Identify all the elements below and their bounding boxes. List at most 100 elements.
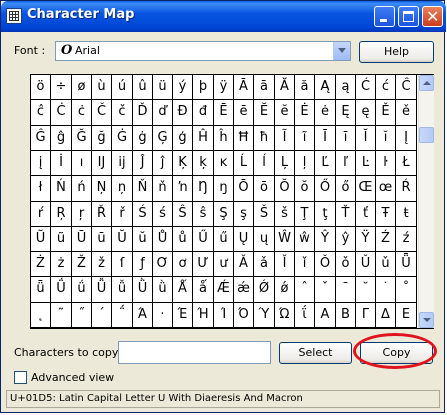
character-cell[interactable]: Š [254,202,275,227]
character-cell[interactable]: ō [254,176,275,202]
character-cell[interactable]: ǿ [275,277,295,303]
character-cell[interactable]: Ź [376,227,396,252]
character-cell[interactable]: ā [254,75,275,100]
character-cell[interactable]: ř [112,202,133,227]
character-cell[interactable]: Ĳ [92,151,112,176]
character-cell[interactable]: ǽ [234,277,254,303]
character-cell[interactable]: Ǐ [275,252,295,277]
character-cell[interactable]: Ğ [72,126,92,151]
character-cell[interactable]: ù [92,75,112,100]
character-cell[interactable]: ż [51,252,72,277]
character-cell[interactable]: ŵ [295,227,315,252]
character-cell[interactable]: ĩ [295,126,315,151]
character-cell[interactable]: ń [72,176,92,202]
character-cell[interactable]: ˉ [336,277,356,303]
title-bar[interactable]: Character Map ✕ [1,1,446,32]
advanced-view-checkbox[interactable] [14,371,27,384]
character-cell[interactable]: Ė [295,100,315,126]
character-cell[interactable]: ı [72,151,92,176]
character-cell[interactable]: Ĵ [133,151,153,176]
character-cell[interactable]: Ũ [31,227,51,252]
character-cell[interactable]: ŋ [214,176,234,202]
character-cell[interactable]: Ή [193,303,214,328]
scroll-thumb[interactable] [419,127,434,143]
character-cell[interactable]: ư [214,252,234,277]
character-cell[interactable]: Δ [376,303,396,328]
character-cell[interactable]: Ľ [315,151,336,176]
character-cell[interactable]: Ĩ [275,126,295,151]
character-cell[interactable]: Ų [234,227,254,252]
character-cell[interactable]: ě [396,100,417,126]
character-cell[interactable]: Ĝ [31,126,51,151]
character-cell[interactable]: ŏ [295,176,315,202]
character-cell[interactable]: Ļ [275,151,295,176]
character-cell[interactable]: Ś [133,202,153,227]
character-cell[interactable]: ų [254,227,275,252]
character-cell[interactable]: ˙ [376,277,396,303]
character-cell[interactable]: Ǻ [173,277,193,303]
character-cell[interactable]: ǚ [112,277,133,303]
character-cell[interactable]: ĥ [214,126,234,151]
character-cell[interactable]: ŷ [336,227,356,252]
character-cell[interactable]: Ĕ [254,100,275,126]
character-cell[interactable]: Ş [214,202,234,227]
character-cell[interactable]: ſ [112,252,133,277]
character-cell[interactable]: þ [193,75,214,100]
character-cell[interactable]: ˘ [356,277,376,303]
character-cell[interactable]: Č [92,100,112,126]
character-cell[interactable]: Ǔ [356,252,376,277]
character-cell[interactable]: ö [31,75,51,100]
character-cell[interactable]: ł [31,176,51,202]
character-cell[interactable]: ˛ [31,303,51,328]
character-cell[interactable]: Ġ [112,126,133,151]
character-cell[interactable]: Ł [396,151,417,176]
character-cell[interactable]: Ĺ [234,151,254,176]
character-cell[interactable]: ĭ [376,126,396,151]
close-button[interactable]: ✕ [422,6,443,27]
character-cell[interactable]: ĝ [51,126,72,151]
font-select[interactable]: O Arial [55,41,351,61]
character-cell[interactable]: ŉ [173,176,193,202]
character-cell[interactable]: ƒ [133,252,153,277]
character-cell[interactable]: Ť [336,202,356,227]
character-cell[interactable]: ǒ [336,252,356,277]
character-cell[interactable]: Đ [173,100,193,126]
character-cell[interactable]: ΅ [112,303,133,328]
advanced-view-label[interactable]: Advanced view [31,371,114,384]
character-cell[interactable]: ş [234,202,254,227]
character-cell[interactable]: Ά [133,303,153,328]
character-cell[interactable]: Ű [193,227,214,252]
character-cell[interactable]: Ơ [153,252,173,277]
character-cell[interactable]: ǔ [376,252,396,277]
character-cell[interactable]: Ř [92,202,112,227]
character-cell[interactable]: Ě [376,100,396,126]
character-cell[interactable]: ˇ [315,277,336,303]
character-cell[interactable]: ŭ [133,227,153,252]
character-cell[interactable]: ś [153,202,173,227]
character-cell[interactable]: Ŏ [275,176,295,202]
character-cell[interactable]: Ǿ [254,277,275,303]
character-cell[interactable]: Β [336,303,356,328]
character-cell[interactable]: Ύ [254,303,275,328]
character-cell[interactable]: ť [356,202,376,227]
character-cell[interactable]: œ [376,176,396,202]
character-cell[interactable]: Ő [315,176,336,202]
character-cell[interactable]: Ċ [51,100,72,126]
character-cell[interactable]: Ǚ [92,277,112,303]
character-cell[interactable]: ň [153,176,173,202]
character-cell[interactable]: Ď [133,100,153,126]
character-cell[interactable]: Ŗ [51,202,72,227]
character-cell[interactable]: ü [153,75,173,100]
character-cell[interactable]: Γ [356,303,376,328]
character-cell[interactable]: Ǖ [396,252,417,277]
character-cell[interactable]: ŝ [193,202,214,227]
character-cell[interactable]: ø [72,75,92,100]
character-cell[interactable]: ý [173,75,193,100]
character-cell[interactable]: ÷ [51,75,72,100]
character-cell[interactable]: ē [234,100,254,126]
character-cell[interactable]: Ώ [275,303,295,328]
character-cell[interactable]: ǎ [254,252,275,277]
character-cell[interactable]: Ǘ [51,277,72,303]
character-cell[interactable]: Ā [234,75,254,100]
character-cell[interactable]: Ņ [92,176,112,202]
